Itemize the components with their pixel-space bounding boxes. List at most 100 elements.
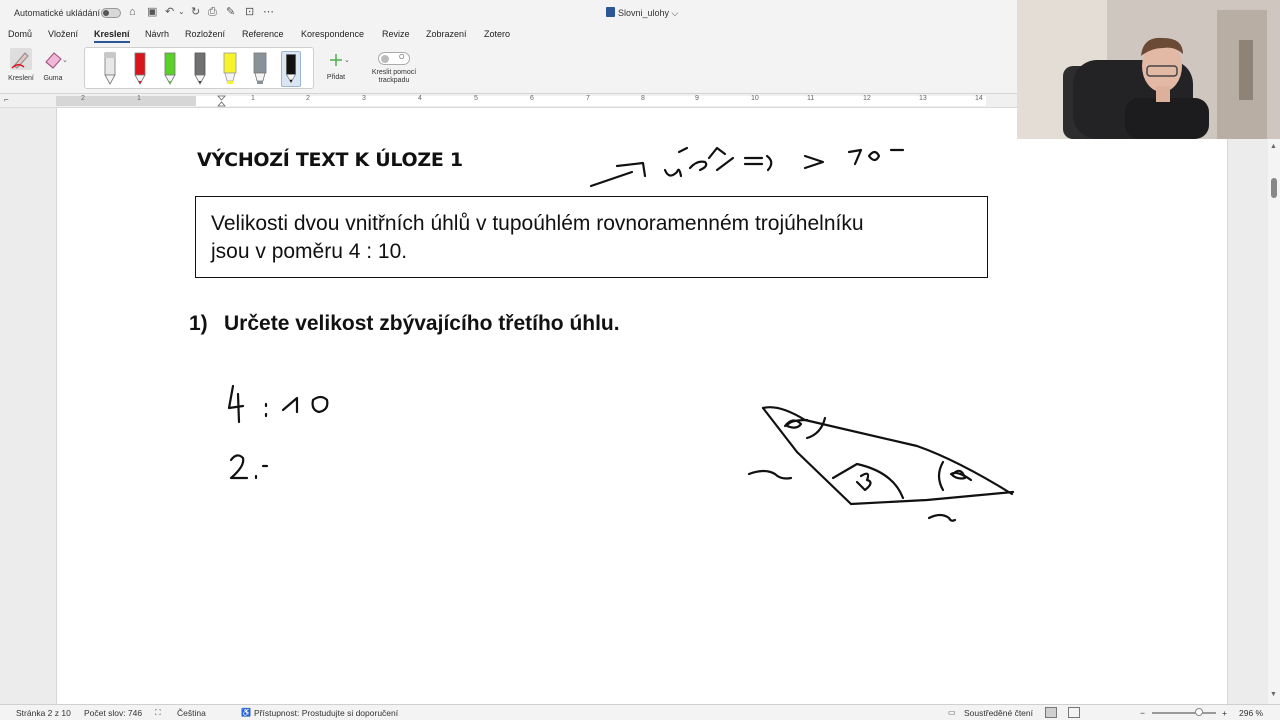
tab-korespondence[interactable]: Korespondence xyxy=(301,29,364,39)
add-dropdown-icon[interactable]: ⌄ xyxy=(344,56,350,64)
eraser-dropdown-icon[interactable]: ⌄ xyxy=(62,56,68,64)
drawing-icon xyxy=(10,48,32,70)
black-pen-icon[interactable] xyxy=(281,51,301,87)
indent-marker-icon[interactable] xyxy=(217,95,226,107)
ink-ratio xyxy=(227,384,329,424)
task-text-line1: Velikosti dvou vnitřních úhlů v tupoúhlé… xyxy=(211,212,864,235)
document-title[interactable]: Slovni_ulohy ⌵ xyxy=(606,7,678,19)
draw-tool-button[interactable]: Kreslení xyxy=(4,48,38,82)
zoom-level[interactable]: 296 % xyxy=(1239,708,1263,718)
accessibility-icon[interactable]: ♿ xyxy=(241,708,251,717)
tab-kresleni[interactable]: Kreslení xyxy=(94,29,130,43)
draw-pen-icon[interactable]: ✎ xyxy=(226,6,235,18)
pen-gallery xyxy=(84,47,314,89)
eraser-icon xyxy=(45,52,62,69)
ruler-number: 13 xyxy=(919,95,927,102)
ruler-number: 2 xyxy=(306,95,310,102)
gray-highlighter-icon[interactable] xyxy=(252,51,268,87)
ruler-number: 8 xyxy=(641,95,645,102)
customize-icon[interactable]: ⊡ xyxy=(245,6,254,18)
tab-zobrazeni[interactable]: Zobrazení xyxy=(426,29,467,39)
save-icon[interactable]: ▣ xyxy=(147,6,157,18)
scroll-down-icon[interactable]: ▼ xyxy=(1270,691,1277,698)
green-pen-icon[interactable] xyxy=(162,51,178,87)
print-icon[interactable]: ⎙ xyxy=(208,6,217,18)
scroll-thumb[interactable] xyxy=(1271,178,1277,198)
zoom-in-icon[interactable]: + xyxy=(1222,708,1227,718)
more-icon[interactable]: ⋯ xyxy=(263,6,274,18)
language-status[interactable]: Čeština xyxy=(177,708,206,718)
tab-stop-icon[interactable]: ⌐ xyxy=(4,95,9,104)
ruler-number: 1 xyxy=(137,95,141,102)
question-number: 1) xyxy=(189,312,208,335)
eraser-button[interactable]: Guma xyxy=(36,48,70,82)
web-layout-view-button[interactable] xyxy=(1068,707,1080,718)
ink-note-angle xyxy=(589,146,905,188)
eraser-label: Guma xyxy=(43,75,63,82)
accessibility-status[interactable]: Přístupnost: Prostudujte si doporučení xyxy=(254,708,398,718)
question-text: Určete velikost zbývajícího třetího úhlu… xyxy=(224,312,620,335)
ruler-number: 3 xyxy=(362,95,366,102)
zoom-out-icon[interactable]: − xyxy=(1140,708,1145,718)
ruler-margin xyxy=(56,96,196,106)
ruler-number: 12 xyxy=(863,95,871,102)
tab-vlozeni[interactable]: Vložení xyxy=(48,29,78,39)
vertical-scrollbar[interactable]: ▲ ▼ xyxy=(1268,108,1280,704)
scroll-up-icon[interactable]: ▲ xyxy=(1270,143,1277,150)
red-pen-icon[interactable] xyxy=(132,51,148,87)
undo-dropdown-icon[interactable]: ⌄ xyxy=(178,6,185,18)
autosave-label: Automatické ukládání xyxy=(14,8,101,18)
ink-two xyxy=(229,454,269,480)
redo-icon[interactable]: ↻ xyxy=(191,6,200,18)
document-title-text: Slovni_ulohy ⌵ xyxy=(618,8,679,18)
document-area: VÝCHOZÍ TEXT K ÚLOZE 1 Velikosti dvou vn… xyxy=(0,108,1280,704)
ruler-number: 7 xyxy=(586,95,590,102)
trackpad-draw-toggle[interactable]: O Kreslit pomocí trackpadu xyxy=(368,52,420,85)
status-bar: Stránka 2 z 10 Počet slov: 746 ⛶ Čeština… xyxy=(0,704,1280,720)
yellow-highlighter-icon[interactable] xyxy=(222,51,238,87)
ruler-number: 6 xyxy=(530,95,534,102)
word-doc-icon xyxy=(606,7,615,17)
zoom-slider-knob[interactable] xyxy=(1195,708,1203,716)
ruler-number: 1 xyxy=(251,95,255,102)
ink-triangle-sketch xyxy=(747,406,1015,522)
task-text-box: Velikosti dvou vnitřních úhlů v tupoúhlé… xyxy=(195,196,988,278)
focus-mode-label[interactable]: Soustředěné čtení xyxy=(964,708,1033,718)
focus-mode-icon[interactable]: ▭ xyxy=(948,708,956,717)
tab-zotero[interactable]: Zotero xyxy=(484,29,510,39)
word-count[interactable]: Počet slov: 746 xyxy=(84,708,142,718)
dark-gray-pen-icon[interactable] xyxy=(192,51,208,87)
tab-domu[interactable]: Domů xyxy=(8,29,32,39)
plus-icon xyxy=(330,54,342,66)
ruler-number: 14 xyxy=(975,95,983,102)
webcam-overlay xyxy=(1017,0,1280,139)
ruler-number: 5 xyxy=(474,95,478,102)
proofing-icon[interactable]: ⛶ xyxy=(155,708,161,718)
trackpad-toggle-text: O xyxy=(399,54,405,61)
section-heading: VÝCHOZÍ TEXT K ÚLOZE 1 xyxy=(197,149,463,171)
tab-reference[interactable]: Reference xyxy=(242,29,284,39)
webcam-presenter-image xyxy=(1017,0,1280,139)
ruler-number: 9 xyxy=(695,95,699,102)
trackpad-label-line1: Kreslit pomocí xyxy=(371,69,417,76)
gray-pen-icon[interactable] xyxy=(102,51,118,87)
undo-icon[interactable]: ↶ xyxy=(165,6,174,18)
print-layout-view-button[interactable] xyxy=(1045,707,1057,718)
question-1: 1) Určete velikost zbývajícího třetího úh… xyxy=(189,312,620,336)
add-pen-label: Přidat xyxy=(326,74,346,81)
tab-rozlozeni[interactable]: Rozložení xyxy=(185,29,225,39)
word-window: Automatické ukládání ⌂ ▣ ↶ ⌄ ↻ ⎙ ✎ ⊡ ⋯ S… xyxy=(0,0,1280,720)
document-page[interactable]: VÝCHOZÍ TEXT K ÚLOZE 1 Velikosti dvou vn… xyxy=(56,108,1228,704)
tab-navrh[interactable]: Návrh xyxy=(145,29,169,39)
tab-revize[interactable]: Revize xyxy=(382,29,410,39)
trackpad-toggle-switch[interactable]: O xyxy=(378,52,410,65)
ruler-number: 4 xyxy=(418,95,422,102)
ruler-number: 10 xyxy=(751,95,759,102)
page-count[interactable]: Stránka 2 z 10 xyxy=(16,708,71,718)
home-icon[interactable]: ⌂ xyxy=(129,6,136,18)
autosave-toggle[interactable] xyxy=(101,8,121,18)
zoom-slider[interactable] xyxy=(1152,712,1216,714)
trackpad-label-line2: trackpadu xyxy=(378,77,410,84)
ruler-number: 2 xyxy=(81,95,85,102)
task-text-line2: jsou v poměru 4 : 10. xyxy=(211,240,408,263)
